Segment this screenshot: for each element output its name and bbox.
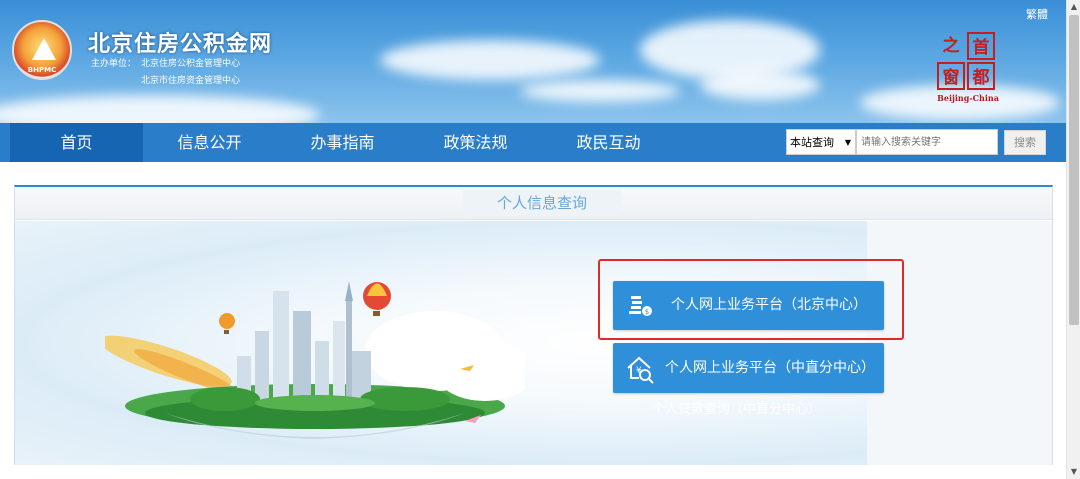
sky-cloud [520,80,680,102]
seal-char: 首 [967,32,995,60]
search-button[interactable]: 搜索 [1004,130,1046,155]
house-search-icon: ¥ [627,356,654,384]
scroll-thumb[interactable] [1069,15,1079,325]
city-island-illustration [105,281,525,439]
sky-cloud [0,95,320,123]
search-input[interactable] [856,129,998,155]
nav-item-info-disclosure[interactable]: 信息公开 [143,123,276,162]
search-scope-select[interactable]: 本站查询 ▼ [786,129,856,155]
site-title[interactable]: 北京住房公积金网 [88,26,272,58]
capital-window-logo[interactable]: 之 首 窗 都 Beijing-China [935,30,1001,104]
search-scope-value: 本站查询 [790,136,834,149]
button-label: 个人网上业务平台（中直分中心） [665,360,875,376]
nav-item-service-guide[interactable]: 办事指南 [276,123,409,162]
faded-loan-query-link[interactable]: 个人贷款查询（中直分中心） [652,398,821,417]
sponsor-name: 北京住房公积金管理中心 [141,59,241,69]
zhongzhi-center-platform-button[interactable]: ¥ 个人网上业务平台（中直分中心） [613,343,884,393]
scroll-down-arrow-icon[interactable]: ▼ [1067,465,1080,479]
site-logo[interactable]: BHPMC [12,20,72,80]
panel-title: 个人信息查询 [463,190,621,216]
logo-roof-icon [32,38,56,60]
seal-char: 窗 [937,62,965,90]
traditional-chinese-link[interactable]: 繁體 [1026,6,1048,22]
sponsor-name: 北京市住房资金管理中心 [141,76,241,86]
capital-english: Beijing-China [937,93,999,103]
page: BHPMC 北京住房公积金网 主办单位： 北京住房公积金管理中心 北京市住房资金… [0,0,1080,479]
panel-header: 个人信息查询 [15,187,1052,220]
highlight-box [598,259,904,340]
site-header: BHPMC 北京住房公积金网 主办单位： 北京住房公积金管理中心 北京市住房资金… [0,0,1066,123]
logo-abbreviation: BHPMC [27,66,57,74]
vertical-scrollbar[interactable]: ▲ ▼ [1066,0,1080,479]
nav-item-policies[interactable]: 政策法规 [409,123,542,162]
sponsor-label: 主办单位： [91,59,137,69]
banner-right-area [867,221,1052,465]
seal-char: 之 [942,36,960,56]
seal-char: 都 [967,62,995,90]
nav-item-home[interactable]: 首页 [10,123,143,162]
capital-seal: 之 首 窗 都 [935,30,1001,92]
caret-down-icon: ▼ [844,138,851,147]
sky-cloud [700,70,820,100]
scroll-up-arrow-icon[interactable]: ▲ [1067,0,1080,14]
nav-item-interaction[interactable]: 政民互动 [542,123,675,162]
sky-cloud [380,40,600,80]
